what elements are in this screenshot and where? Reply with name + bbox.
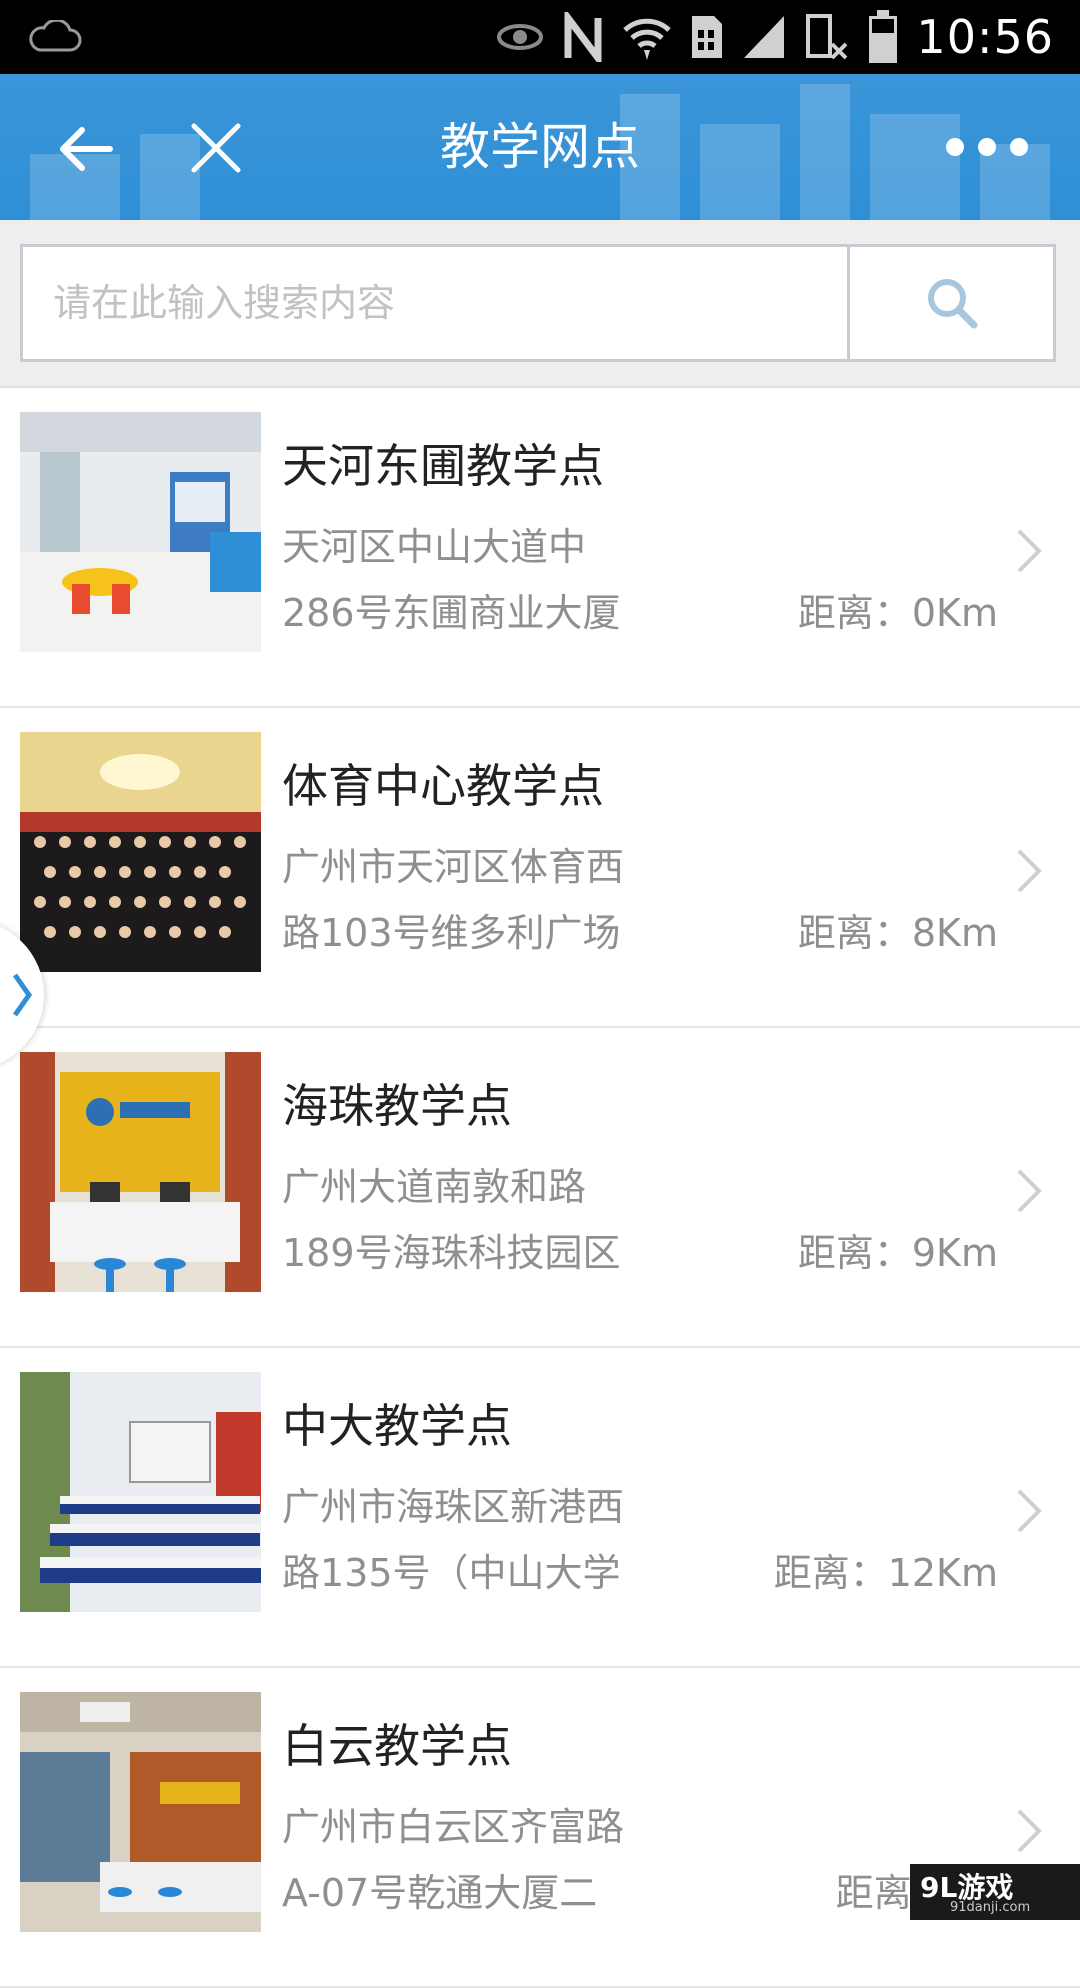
chevron-right-icon xyxy=(1017,1489,1042,1533)
location-address: 路103号维多利广场 xyxy=(282,911,621,955)
search-input[interactable] xyxy=(23,247,852,359)
location-address: 广州市天河区体育西 xyxy=(282,845,625,889)
location-distance: 距离：9Km xyxy=(797,1231,998,1275)
location-address: 189号海珠科技园区 xyxy=(282,1231,621,1275)
search-button[interactable] xyxy=(847,247,1053,359)
location-address: 路135号（中山大学 xyxy=(282,1551,621,1595)
location-name: 体育中心教学点 xyxy=(282,759,604,813)
list-item[interactable]: 体育中心教学点 广州市天河区体育西 路103号维多利广场 距离：8Km xyxy=(0,708,1080,1028)
location-photo xyxy=(20,1692,261,1932)
chevron-right-icon xyxy=(12,973,33,1017)
location-address: 广州市白云区齐富路 xyxy=(282,1805,625,1849)
cloud-icon xyxy=(26,18,82,58)
signal-icon xyxy=(742,14,786,60)
location-photo xyxy=(20,1372,261,1612)
location-distance: 距离：8Km xyxy=(797,911,998,955)
wifi-icon xyxy=(622,12,672,62)
watermark-url: 91danji.com xyxy=(950,1900,1031,1915)
no-data-icon xyxy=(804,12,850,62)
list-item[interactable]: 中大教学点 广州市海珠区新港西 路135号（中山大学 距离：12Km xyxy=(0,1348,1080,1668)
search-box xyxy=(20,244,1056,362)
location-photo xyxy=(20,732,261,972)
location-name: 中大教学点 xyxy=(282,1399,512,1453)
location-address: A-07号乾通大厦二 xyxy=(282,1871,598,1915)
location-list: 天河东圃教学点 天河区中山大道中 286号东圃商业大厦 距离：0Km 体育中心教… xyxy=(0,388,1080,1988)
eye-icon xyxy=(496,22,544,52)
location-address: 广州市海珠区新港西 xyxy=(282,1485,625,1529)
sim-icon xyxy=(690,14,724,60)
chevron-right-icon xyxy=(1017,1169,1042,1213)
app-header: 教学网点 xyxy=(0,74,1080,220)
location-distance: 距离：12Km xyxy=(773,1551,998,1595)
chevron-right-icon xyxy=(1017,529,1042,573)
list-item[interactable]: 天河东圃教学点 天河区中山大道中 286号东圃商业大厦 距离：0Km xyxy=(0,388,1080,708)
status-time: 10:56 xyxy=(916,10,1054,64)
location-distance: 距离：0Km xyxy=(797,591,998,635)
watermark-logo: 9L游戏 91danji.com xyxy=(910,1864,1080,1920)
location-address: 286号东圃商业大厦 xyxy=(282,591,621,635)
search-bar xyxy=(0,220,1080,388)
search-icon xyxy=(927,279,977,329)
location-photo xyxy=(20,412,261,652)
page-title: 教学网点 xyxy=(440,118,640,176)
list-item[interactable]: 海珠教学点 广州大道南敦和路 189号海珠科技园区 距离：9Km xyxy=(0,1028,1080,1348)
location-name: 天河东圃教学点 xyxy=(282,439,604,493)
location-name: 白云教学点 xyxy=(282,1719,512,1773)
location-name: 海珠教学点 xyxy=(282,1079,512,1133)
more-dots-icon xyxy=(946,138,964,156)
more-button[interactable] xyxy=(946,124,1028,170)
status-bar: 10:56 xyxy=(0,0,1080,74)
list-item[interactable]: 白云教学点 广州市白云区齐富路 A-07号乾通大厦二 距离：16 xyxy=(0,1668,1080,1988)
battery-icon xyxy=(868,10,898,64)
chevron-right-icon xyxy=(1017,849,1042,893)
location-photo xyxy=(20,1052,261,1292)
location-address: 广州大道南敦和路 xyxy=(282,1165,587,1209)
location-address: 天河区中山大道中 xyxy=(282,525,587,569)
nfc-icon xyxy=(562,12,604,62)
chevron-right-icon xyxy=(1017,1809,1042,1853)
